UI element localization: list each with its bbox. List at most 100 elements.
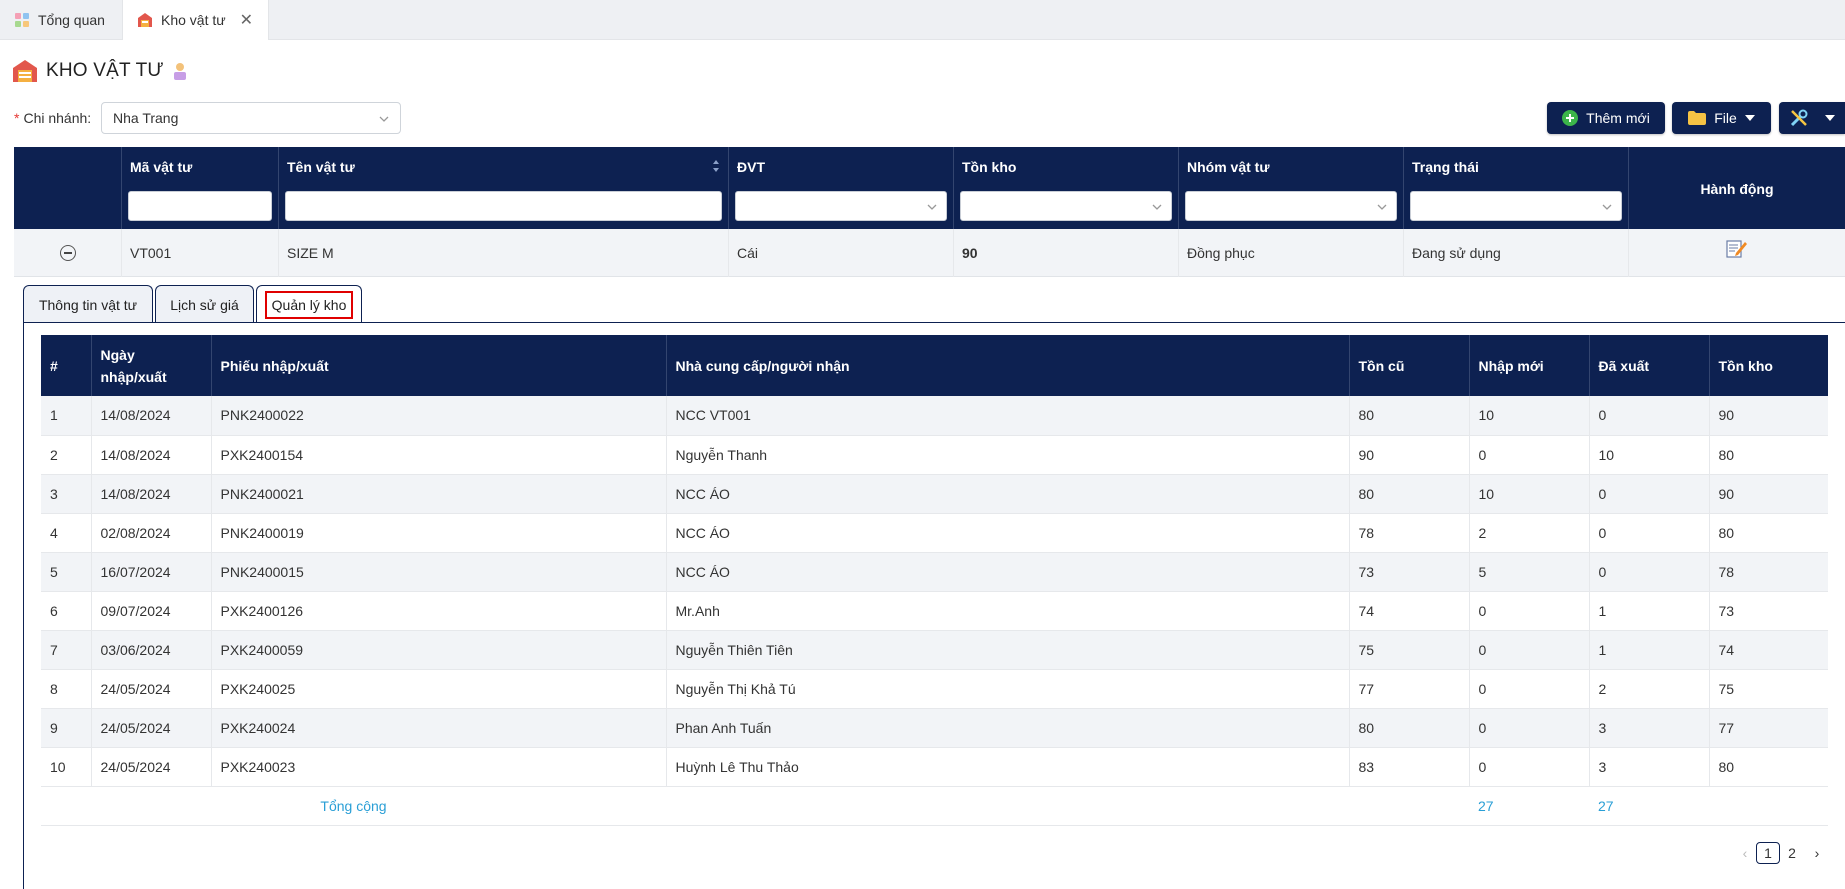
cell-export: 0 [1588, 552, 1709, 592]
table-row[interactable]: 4 02/08/2024 PNK2400019 NCC ÁO 78 2 0 80 [41, 513, 1828, 553]
file-menu-button[interactable]: File [1672, 102, 1771, 134]
cell-stock: 90 [953, 229, 1178, 277]
cell-stock: 80 [1708, 435, 1828, 475]
cell-import: 0 [1468, 708, 1589, 748]
table-row[interactable]: 2 14/08/2024 PXK2400154 Nguyễn Thanh 90 0 10 80 [41, 435, 1828, 475]
tab-price-history[interactable]: Lịch sử giá [155, 285, 254, 323]
add-new-button[interactable]: Thêm mới [1547, 102, 1665, 134]
cell-old-stock: 80 [1348, 708, 1469, 748]
column-stock-title: Tồn kho [962, 159, 1017, 175]
close-tab-icon[interactable]: ✕ [240, 10, 253, 30]
cell-index: 4 [41, 513, 91, 553]
branch-select[interactable]: Nha Trang [101, 102, 401, 134]
filter-status-select[interactable] [1410, 191, 1622, 221]
chevron-down-icon [1151, 200, 1163, 216]
cell-old-stock: 73 [1348, 552, 1469, 592]
table-row[interactable]: VT001 SIZE M Cái 90 Đồng phục Đang sử dụ… [14, 229, 1845, 277]
tab-warehouse-management[interactable]: Quản lý kho [256, 285, 362, 323]
page-1-button[interactable]: 1 [1756, 842, 1780, 864]
cell-date: 14/08/2024 [90, 474, 211, 514]
tab-material-info[interactable]: Thông tin vật tư [23, 285, 153, 323]
add-new-label: Thêm mới [1586, 110, 1650, 126]
cell-old-stock: 90 [1348, 435, 1469, 475]
cell-action [1628, 229, 1845, 277]
tab-warehouse-management-label: Quản lý kho [264, 290, 354, 319]
filter-stock-select[interactable] [960, 191, 1172, 221]
cell-voucher: PNK2400022 [210, 396, 666, 436]
cell-date: 24/05/2024 [90, 669, 211, 709]
page-2-button[interactable]: 2 [1785, 842, 1799, 864]
header-index: # [41, 335, 91, 396]
header-date: Ngày nhập/xuất [90, 335, 211, 396]
filter-unit-select[interactable] [735, 191, 947, 221]
stock-table-header: # Ngày nhập/xuất Phiếu nhập/xuất Nhà cun… [41, 335, 1828, 396]
cell-voucher: PNK2400019 [210, 513, 666, 553]
column-code-title: Mã vật tư [130, 159, 193, 175]
column-name-title: Tên vật tư [287, 159, 355, 175]
tab-warehouse-label: Kho vật tư [161, 12, 226, 28]
branch-select-value: Nha Trang [113, 110, 179, 126]
cell-stock: 75 [1708, 669, 1828, 709]
collapse-icon[interactable] [59, 245, 76, 261]
cell-old-stock: 75 [1348, 630, 1469, 670]
table-row[interactable]: 1 14/08/2024 PNK2400022 NCC VT001 80 10 0 90 [41, 396, 1828, 436]
column-status-title: Trạng thái [1412, 159, 1479, 175]
cell-stock: 78 [1708, 552, 1828, 592]
cell-stock: 80 [1708, 513, 1828, 553]
header-old-stock: Tồn cũ [1348, 335, 1469, 396]
cell-export: 2 [1588, 669, 1709, 709]
prev-page-icon[interactable]: ‹ [1738, 842, 1752, 864]
tools-menu-button[interactable] [1779, 102, 1845, 134]
cell-export: 10 [1588, 435, 1709, 475]
filter-name-input[interactable] [285, 191, 722, 221]
cell-old-stock: 83 [1348, 747, 1469, 787]
plus-circle-icon [1562, 110, 1579, 126]
cell-code: VT001 [121, 229, 278, 277]
table-row[interactable]: 6 09/07/2024 PXK2400126 Mr.Anh 74 0 1 73 [41, 591, 1828, 631]
chevron-down-icon [378, 112, 390, 128]
cell-import: 0 [1468, 591, 1589, 631]
table-row[interactable]: 10 24/05/2024 PXK240023 Huỳnh Lê Thu Thảo 83… [41, 747, 1828, 787]
cell-index: 6 [41, 591, 91, 631]
header-import: Nhập mới [1468, 335, 1589, 396]
cell-import: 10 [1468, 396, 1589, 436]
grid-header: Mã vật tư Tên vật tư ĐVT Tồn kho Nhóm vậ… [14, 147, 1845, 229]
column-code: Mã vật tư [121, 147, 278, 229]
total-label: Tổng cộng [41, 786, 666, 826]
column-unit-title: ĐVT [737, 159, 765, 175]
cell-voucher: PNK2400015 [210, 552, 666, 592]
cell-date: 14/08/2024 [90, 396, 211, 436]
next-page-icon[interactable]: › [1810, 842, 1824, 864]
column-action-title: Hành động [1700, 181, 1774, 197]
cell-index: 1 [41, 396, 91, 436]
edit-icon[interactable] [1726, 238, 1748, 261]
tab-overview-label: Tổng quan [38, 12, 105, 28]
cell-partner: NCC ÁO [665, 513, 1349, 553]
page-title-text: KHO VẬT TƯ [46, 60, 164, 81]
cell-partner: NCC ÁO [665, 474, 1349, 514]
tab-overview[interactable]: Tổng quan [0, 0, 122, 40]
cell-index: 10 [41, 747, 91, 787]
cell-export: 0 [1588, 396, 1709, 436]
sort-icon[interactable] [712, 159, 720, 176]
header-partner: Nhà cung cấp/người nhận [665, 335, 1349, 396]
table-row[interactable]: 5 16/07/2024 PNK2400015 NCC ÁO 73 5 0 78 [41, 552, 1828, 592]
column-group: Nhóm vật tư [1178, 147, 1403, 229]
table-row[interactable]: 9 24/05/2024 PXK240024 Phan Anh Tuấn 80 0 3 77 [41, 708, 1828, 748]
filter-group-select[interactable] [1185, 191, 1397, 221]
filter-code-input[interactable] [128, 191, 272, 221]
cell-old-stock: 78 [1348, 513, 1469, 553]
table-row[interactable]: 7 03/06/2024 PXK2400059 Nguyễn Thiên Tiên 75… [41, 630, 1828, 670]
cell-index: 2 [41, 435, 91, 475]
total-old-stock [1349, 786, 1469, 826]
table-row[interactable]: 8 24/05/2024 PXK240025 Nguyễn Thị Khả Tú 77 0… [41, 669, 1828, 709]
expand-column-header [14, 147, 121, 229]
table-row[interactable]: 3 14/08/2024 PNK2400021 NCC ÁO 80 10 0 90 [41, 474, 1828, 514]
column-stock: Tồn kho [953, 147, 1178, 229]
column-unit: ĐVT [728, 147, 953, 229]
cell-index: 8 [41, 669, 91, 709]
total-empty [666, 786, 1349, 826]
warehouse-icon [137, 12, 153, 28]
tab-warehouse[interactable]: Kho vật tư ✕ [122, 0, 269, 40]
cell-index: 7 [41, 630, 91, 670]
